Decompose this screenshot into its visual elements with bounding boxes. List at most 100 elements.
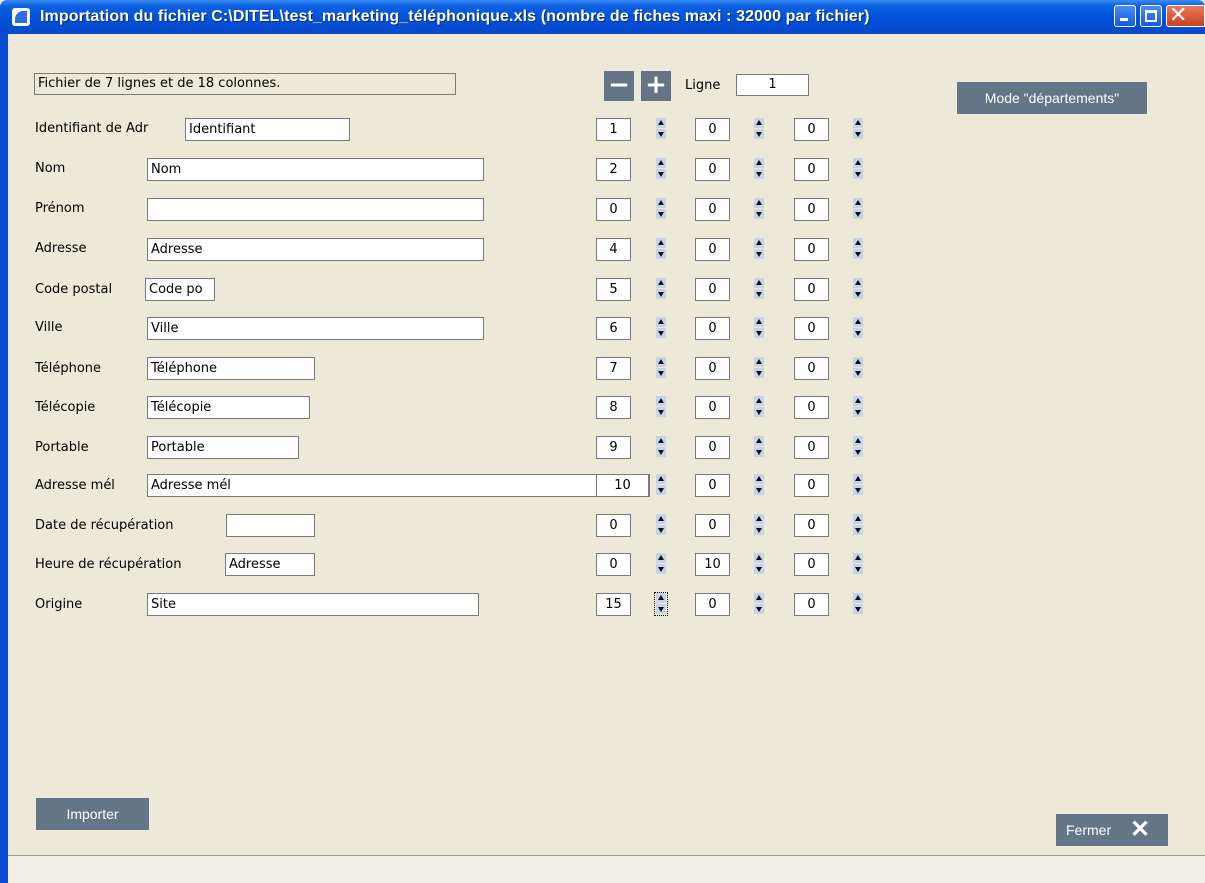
spin-down-icon[interactable] xyxy=(754,564,764,574)
spin-up-icon[interactable] xyxy=(656,593,666,603)
column-field-1[interactable]: 2 xyxy=(596,158,631,181)
spin-up-icon[interactable] xyxy=(853,396,863,406)
spin-down-icon[interactable] xyxy=(656,485,666,495)
field-adresse[interactable]: Adresse xyxy=(147,238,484,261)
column-field-2[interactable]: 0 xyxy=(695,198,730,221)
spin-up-icon[interactable] xyxy=(754,118,764,128)
spin-down-icon[interactable] xyxy=(656,169,666,179)
column-spinner-1[interactable] xyxy=(655,436,667,458)
column-spinner-3[interactable] xyxy=(852,198,864,220)
column-field-1[interactable]: 1 xyxy=(596,118,631,141)
column-spinner-3[interactable] xyxy=(852,396,864,418)
column-field-3[interactable]: 0 xyxy=(794,396,829,419)
column-spinner-1[interactable] xyxy=(655,553,667,575)
column-spinner-2[interactable] xyxy=(753,436,765,458)
column-field-1[interactable]: 4 xyxy=(596,238,631,261)
spin-up-icon[interactable] xyxy=(853,317,863,327)
spin-down-icon[interactable] xyxy=(853,564,863,574)
spin-down-icon[interactable] xyxy=(754,289,764,299)
column-spinner-2[interactable] xyxy=(753,474,765,496)
spin-down-icon[interactable] xyxy=(853,129,863,139)
field-code-postal[interactable]: Code po xyxy=(145,278,215,301)
spin-down-icon[interactable] xyxy=(754,249,764,259)
field-portable[interactable]: Portable xyxy=(147,436,299,459)
column-field-2[interactable]: 0 xyxy=(695,357,730,380)
spin-down-icon[interactable] xyxy=(754,604,764,614)
column-field-3[interactable]: 0 xyxy=(794,238,829,261)
column-field-3[interactable]: 0 xyxy=(794,198,829,221)
import-button[interactable]: Importer xyxy=(36,798,149,830)
spin-down-icon[interactable] xyxy=(656,129,666,139)
spin-up-icon[interactable] xyxy=(656,238,666,248)
column-spinner-1[interactable] xyxy=(655,118,667,140)
column-field-2[interactable]: 0 xyxy=(695,396,730,419)
spin-up-icon[interactable] xyxy=(754,593,764,603)
field-adresse-mel[interactable]: Adresse mél xyxy=(147,474,650,497)
spin-down-icon[interactable] xyxy=(656,564,666,574)
spin-down-icon[interactable] xyxy=(853,525,863,535)
column-spinner-1[interactable] xyxy=(655,158,667,180)
column-spinner-1[interactable] xyxy=(655,198,667,220)
spin-up-icon[interactable] xyxy=(754,317,764,327)
spin-up-icon[interactable] xyxy=(853,238,863,248)
spin-up-icon[interactable] xyxy=(754,514,764,524)
spin-up-icon[interactable] xyxy=(853,436,863,446)
field-prenom[interactable] xyxy=(147,198,484,221)
column-spinner-2[interactable] xyxy=(753,317,765,339)
ligne-field[interactable]: 1 xyxy=(736,74,809,96)
spin-up-icon[interactable] xyxy=(853,474,863,484)
spin-down-icon[interactable] xyxy=(656,209,666,219)
spin-down-icon[interactable] xyxy=(656,368,666,378)
spin-down-icon[interactable] xyxy=(656,249,666,259)
spin-up-icon[interactable] xyxy=(656,474,666,484)
column-spinner-2[interactable] xyxy=(753,593,765,615)
column-field-1[interactable]: 10 xyxy=(596,474,649,497)
spin-down-icon[interactable] xyxy=(754,368,764,378)
spin-down-icon[interactable] xyxy=(754,525,764,535)
column-field-3[interactable]: 0 xyxy=(794,357,829,380)
spin-down-icon[interactable] xyxy=(754,485,764,495)
column-spinner-2[interactable] xyxy=(753,118,765,140)
column-spinner-2[interactable] xyxy=(753,158,765,180)
close-button[interactable]: Fermer ✕ xyxy=(1056,814,1168,846)
spin-down-icon[interactable] xyxy=(853,604,863,614)
field-telephone[interactable]: Téléphone xyxy=(147,357,315,380)
column-field-3[interactable]: 0 xyxy=(794,118,829,141)
spin-up-icon[interactable] xyxy=(853,514,863,524)
column-field-2[interactable]: 0 xyxy=(695,514,730,537)
spin-down-icon[interactable] xyxy=(754,129,764,139)
spin-up-icon[interactable] xyxy=(656,357,666,367)
title-bar[interactable]: Importation du fichier C:\DITEL\test_mar… xyxy=(0,0,1205,34)
spin-up-icon[interactable] xyxy=(754,396,764,406)
spin-up-icon[interactable] xyxy=(853,553,863,563)
spin-up-icon[interactable] xyxy=(754,474,764,484)
minimize-button[interactable] xyxy=(1114,5,1136,27)
window-close-button[interactable]: ✕ xyxy=(1166,3,1205,28)
column-spinner-2[interactable] xyxy=(753,278,765,300)
column-field-2[interactable]: 10 xyxy=(695,553,730,576)
spin-up-icon[interactable] xyxy=(656,436,666,446)
column-spinner-2[interactable] xyxy=(753,553,765,575)
column-field-3[interactable]: 0 xyxy=(794,158,829,181)
spin-down-icon[interactable] xyxy=(853,485,863,495)
spin-down-icon[interactable] xyxy=(656,407,666,417)
spin-up-icon[interactable] xyxy=(754,238,764,248)
column-field-3[interactable]: 0 xyxy=(794,436,829,459)
field-heure-recuperation[interactable]: Adresse xyxy=(225,553,315,576)
column-field-3[interactable]: 0 xyxy=(794,278,829,301)
spin-up-icon[interactable] xyxy=(853,278,863,288)
column-field-2[interactable]: 0 xyxy=(695,158,730,181)
column-spinner-1[interactable] xyxy=(655,238,667,260)
spin-down-icon[interactable] xyxy=(754,447,764,457)
column-spinner-2[interactable] xyxy=(753,396,765,418)
column-spinner-3[interactable] xyxy=(852,118,864,140)
spin-down-icon[interactable] xyxy=(656,328,666,338)
column-field-1[interactable]: 8 xyxy=(596,396,631,419)
spin-up-icon[interactable] xyxy=(656,396,666,406)
column-spinner-1[interactable] xyxy=(655,474,667,496)
column-spinner-2[interactable] xyxy=(753,238,765,260)
spin-up-icon[interactable] xyxy=(656,278,666,288)
column-spinner-3[interactable] xyxy=(852,238,864,260)
spin-down-icon[interactable] xyxy=(853,209,863,219)
field-origine[interactable]: Site xyxy=(147,593,479,616)
